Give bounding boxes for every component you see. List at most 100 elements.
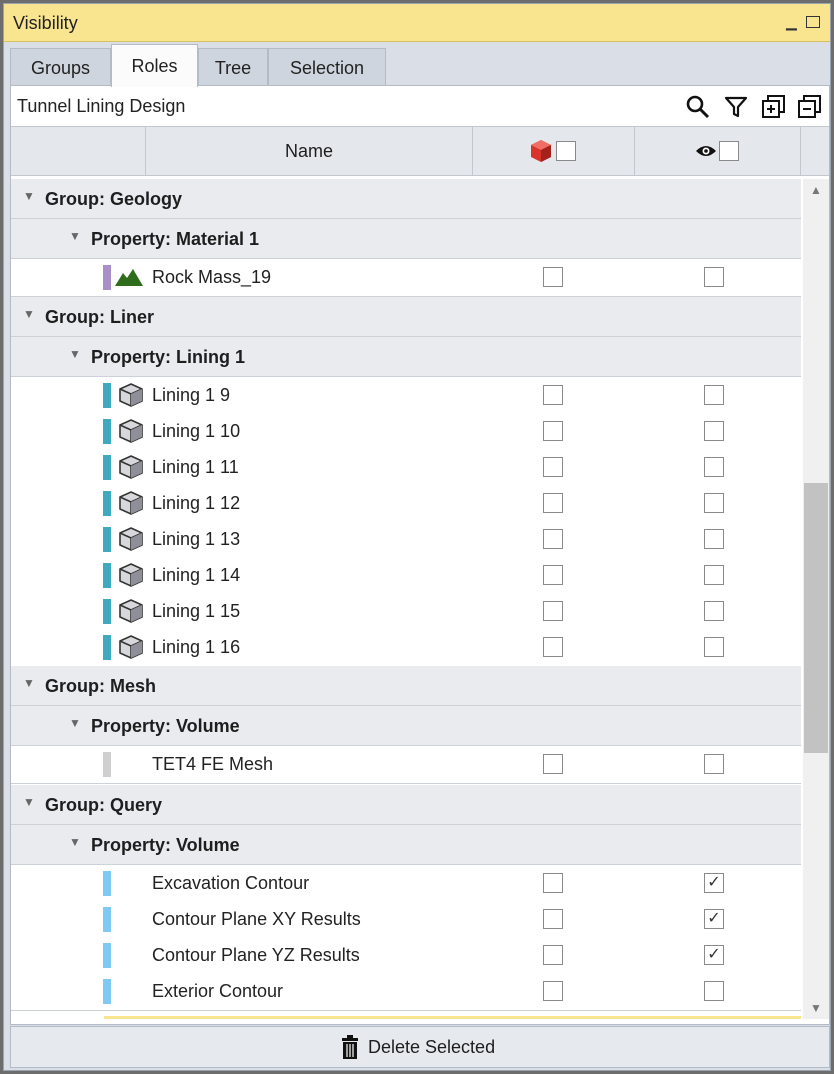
tab-groups[interactable]: Groups: [10, 48, 111, 86]
delete-selected-button[interactable]: Delete Selected: [11, 1027, 829, 1067]
col2-checkbox[interactable]: [704, 529, 724, 549]
header-col1-checkbox[interactable]: [556, 141, 576, 161]
list-item[interactable]: Lining 1 13: [11, 521, 801, 557]
col2-checkbox[interactable]: [704, 421, 724, 441]
list-item[interactable]: Lining 1 11: [11, 449, 801, 485]
collapse-all-icon[interactable]: [797, 94, 823, 120]
col2-checkbox[interactable]: ✓: [704, 945, 724, 965]
list-item[interactable]: Lining 1 14: [11, 557, 801, 593]
col2-checkbox[interactable]: [704, 565, 724, 585]
item-name: Lining 1 14: [152, 565, 241, 585]
group-row-query[interactable]: ▼ Group: Query: [11, 785, 801, 825]
col2-checkbox[interactable]: [704, 754, 724, 774]
col2-checkbox[interactable]: [704, 267, 724, 287]
col2-checkbox[interactable]: ✓: [704, 909, 724, 929]
chevron-down-icon[interactable]: ▼: [69, 229, 81, 243]
col2-checkbox[interactable]: [704, 981, 724, 1001]
vertical-scrollbar[interactable]: ▲ ▼: [803, 179, 829, 1019]
col2-checkbox[interactable]: [704, 601, 724, 621]
item-name: Contour Plane XY Results: [152, 909, 361, 929]
color-swatch: [103, 599, 111, 624]
tab-selection[interactable]: Selection: [268, 48, 386, 86]
col2-checkbox[interactable]: [704, 385, 724, 405]
maximize-icon[interactable]: [806, 16, 820, 28]
chevron-down-icon[interactable]: ▼: [69, 716, 81, 730]
chevron-down-icon[interactable]: ▼: [23, 676, 35, 690]
col1-checkbox[interactable]: [543, 754, 563, 774]
chevron-down-icon[interactable]: ▼: [23, 795, 35, 809]
tab-roles[interactable]: Roles: [111, 44, 198, 87]
col1-checkbox[interactable]: [543, 873, 563, 893]
item-name: Excavation Contour: [152, 873, 310, 893]
group-row-liner[interactable]: ▼ Group: Liner: [11, 297, 801, 337]
col1-checkbox[interactable]: [543, 267, 563, 287]
color-swatch: [103, 635, 111, 660]
item-name: Lining 1 10: [152, 421, 241, 441]
list-item[interactable]: Lining 1 16: [11, 629, 801, 667]
cube-icon: [118, 598, 144, 629]
header-col2-checkbox[interactable]: [719, 141, 739, 161]
item-name: Exterior Contour: [152, 981, 284, 1001]
delete-selected-label: Delete Selected: [368, 1037, 496, 1057]
search-icon[interactable]: [685, 94, 711, 120]
title-bar: Visibility ▁: [4, 4, 830, 42]
property-row-lining[interactable]: ▼ Property: Lining 1: [11, 337, 801, 377]
property-row-volume[interactable]: ▼ Property: Volume: [11, 706, 801, 746]
chevron-down-icon[interactable]: ▼: [69, 347, 81, 361]
col1-checkbox[interactable]: [543, 385, 563, 405]
chevron-down-icon[interactable]: ▼: [23, 307, 35, 321]
property-row-material[interactable]: ▼ Property: Material 1: [11, 219, 801, 259]
group-label: Group: Geology: [45, 189, 182, 209]
property-label: Property: Lining 1: [91, 347, 246, 367]
tab-tree[interactable]: Tree: [198, 48, 268, 86]
list-item[interactable]: Lining 1 15: [11, 593, 801, 629]
col2-checkbox[interactable]: [704, 637, 724, 657]
header-col2-cell: [635, 127, 801, 175]
col1-checkbox[interactable]: [543, 421, 563, 441]
list-item[interactable]: Rock Mass_19: [11, 259, 801, 297]
property-label: Property: Volume: [91, 835, 240, 855]
list-item[interactable]: Lining 1 10: [11, 413, 801, 449]
list-item[interactable]: Contour Plane XY Results ✓: [11, 901, 801, 937]
list-item[interactable]: TET4 FE Mesh: [11, 746, 801, 784]
col1-checkbox[interactable]: [543, 457, 563, 477]
item-name: Lining 1 16: [152, 637, 241, 657]
list-item[interactable]: Lining 1 12: [11, 485, 801, 521]
expand-all-icon[interactable]: [761, 94, 787, 120]
group-row-geology[interactable]: ▼ Group: Geology: [11, 179, 801, 219]
col1-checkbox[interactable]: [543, 981, 563, 1001]
cube-icon: [118, 382, 144, 413]
filter-icon[interactable]: [723, 94, 749, 120]
col2-checkbox[interactable]: [704, 457, 724, 477]
col2-checkbox[interactable]: [704, 493, 724, 513]
header-name-cell[interactable]: Name: [146, 127, 473, 175]
chevron-down-icon[interactable]: ▼: [69, 835, 81, 849]
col1-checkbox[interactable]: [543, 945, 563, 965]
trash-icon: [341, 1035, 359, 1064]
property-row-volume[interactable]: ▼ Property: Volume: [11, 825, 801, 865]
col2-checkbox[interactable]: ✓: [704, 873, 724, 893]
group-row-mesh[interactable]: ▼ Group: Mesh: [11, 666, 801, 706]
col1-checkbox[interactable]: [543, 637, 563, 657]
scroll-down-icon[interactable]: ▼: [810, 1001, 822, 1015]
toolbar: Tunnel Lining Design: [11, 86, 829, 124]
col1-checkbox[interactable]: [543, 565, 563, 585]
red-cube-icon: [529, 139, 553, 168]
scroll-up-icon[interactable]: ▲: [810, 183, 822, 197]
chevron-down-icon[interactable]: ▼: [23, 189, 35, 203]
minimize-icon[interactable]: ▁: [786, 14, 797, 30]
col1-checkbox[interactable]: [543, 529, 563, 549]
item-name: Lining 1 15: [152, 601, 241, 621]
color-swatch: [103, 527, 111, 552]
group-label: Group: Query: [45, 795, 163, 815]
scrollbar-thumb[interactable]: [804, 483, 828, 753]
color-swatch: [103, 491, 111, 516]
list-item[interactable]: Contour Plane YZ Results ✓: [11, 937, 801, 973]
list-item[interactable]: Excavation Contour ✓: [11, 865, 801, 901]
list-item[interactable]: Exterior Contour: [11, 973, 801, 1011]
col1-checkbox[interactable]: [543, 909, 563, 929]
list-item[interactable]: Lining 1 9: [11, 377, 801, 413]
selection-highlight: [104, 1016, 801, 1019]
col1-checkbox[interactable]: [543, 493, 563, 513]
col1-checkbox[interactable]: [543, 601, 563, 621]
